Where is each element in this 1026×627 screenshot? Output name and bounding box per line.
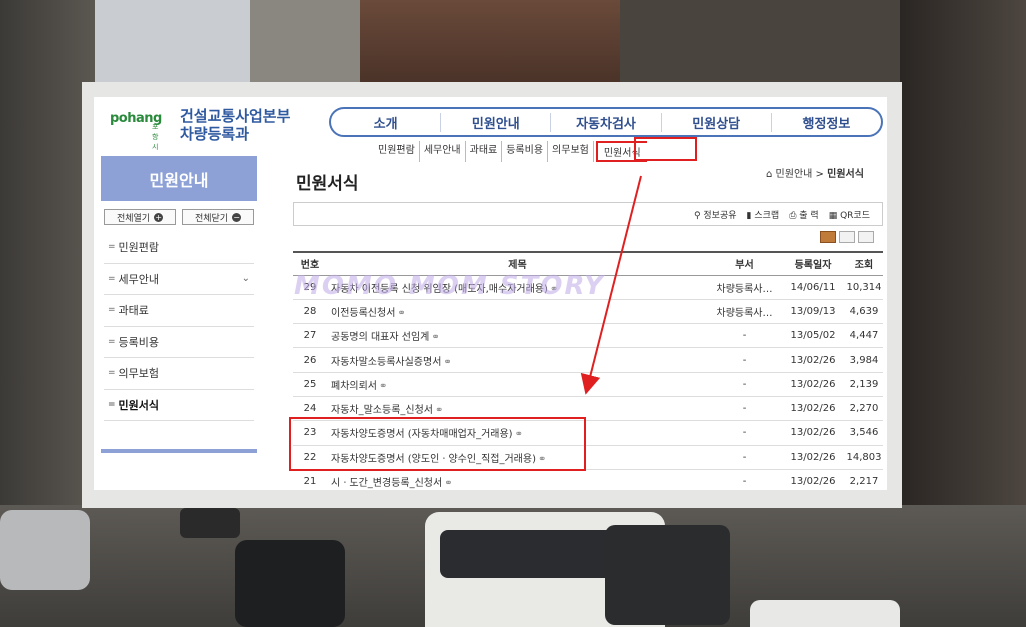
annotation-arrow <box>580 175 642 395</box>
